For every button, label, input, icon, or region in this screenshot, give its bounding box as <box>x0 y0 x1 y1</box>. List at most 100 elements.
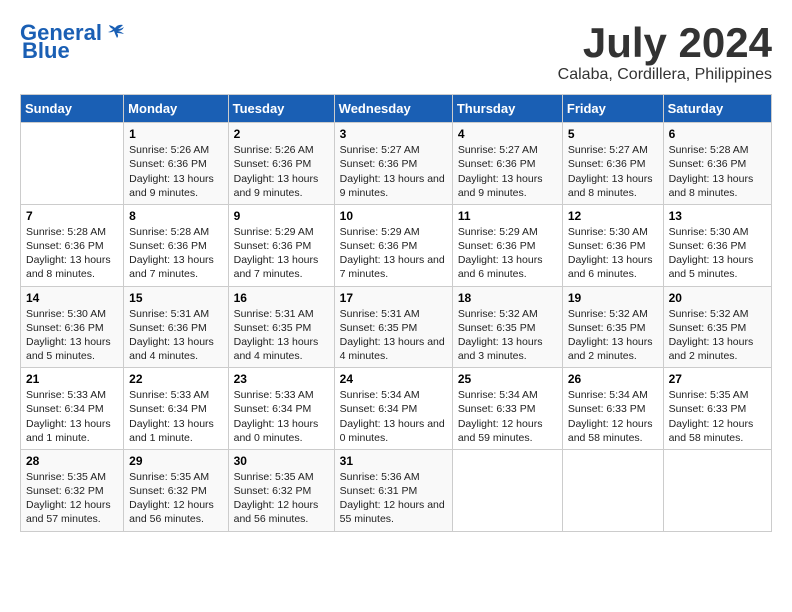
day-info: Sunrise: 5:27 AM Sunset: 6:36 PM Dayligh… <box>568 143 658 200</box>
calendar-day-13: 13Sunrise: 5:30 AM Sunset: 6:36 PM Dayli… <box>663 204 771 286</box>
day-number: 6 <box>669 127 766 141</box>
day-info: Sunrise: 5:28 AM Sunset: 6:36 PM Dayligh… <box>26 225 118 282</box>
day-info: Sunrise: 5:26 AM Sunset: 6:36 PM Dayligh… <box>129 143 222 200</box>
calendar-day-21: 21 Sunrise: 5:33 AM Sunset: 6:34 PM Dayli… <box>21 368 124 450</box>
day-info: Sunrise: 5:35 AM Sunset: 6:32 PM Dayligh… <box>129 470 222 527</box>
day-number: 25 <box>458 372 557 386</box>
day-number: 14 <box>26 291 118 305</box>
day-number: 29 <box>129 454 222 468</box>
day-number: 26 <box>568 372 658 386</box>
calendar-day-17: 17 Sunrise: 5:31 AM Sunset: 6:35 PM Dayli… <box>334 286 452 368</box>
day-number: 24 <box>340 372 447 386</box>
day-number: 28 <box>26 454 118 468</box>
calendar-table: SundayMondayTuesdayWednesdayThursdayFrid… <box>20 94 772 531</box>
day-info: Sunrise: 5:33 AM Sunset: 6:34 PM Dayligh… <box>129 388 222 445</box>
calendar-day-19: 19Sunrise: 5:32 AM Sunset: 6:35 PM Dayli… <box>562 286 663 368</box>
calendar-week-5: 28 Sunrise: 5:35 AM Sunset: 6:32 PM Dayli… <box>21 449 772 531</box>
page-header: General Blue July 2024 Calaba, Cordiller… <box>20 20 772 84</box>
day-info: Sunrise: 5:31 AM Sunset: 6:35 PM Dayligh… <box>234 307 329 364</box>
day-number: 4 <box>458 127 557 141</box>
day-info: Sunrise: 5:27 AM Sunset: 6:36 PM Dayligh… <box>458 143 557 200</box>
day-info: Sunrise: 5:35 AM Sunset: 6:32 PM Dayligh… <box>234 470 329 527</box>
day-info: Sunrise: 5:32 AM Sunset: 6:35 PM Dayligh… <box>568 307 658 364</box>
day-info: Sunrise: 5:34 AM Sunset: 6:33 PM Dayligh… <box>458 388 557 445</box>
day-number: 16 <box>234 291 329 305</box>
day-number: 2 <box>234 127 329 141</box>
calendar-day-7: 7 Sunrise: 5:28 AM Sunset: 6:36 PM Daylig… <box>21 204 124 286</box>
calendar-day-14: 14 Sunrise: 5:30 AM Sunset: 6:36 PM Dayli… <box>21 286 124 368</box>
calendar-week-2: 7 Sunrise: 5:28 AM Sunset: 6:36 PM Daylig… <box>21 204 772 286</box>
calendar-day-24: 24 Sunrise: 5:34 AM Sunset: 6:34 PM Dayli… <box>334 368 452 450</box>
calendar-day-26: 26 Sunrise: 5:34 AM Sunset: 6:33 PM Dayli… <box>562 368 663 450</box>
calendar-day-27: 27 Sunrise: 5:35 AM Sunset: 6:33 PM Dayli… <box>663 368 771 450</box>
calendar-day-8: 8Sunrise: 5:28 AM Sunset: 6:36 PM Daylig… <box>124 204 228 286</box>
calendar-week-3: 14 Sunrise: 5:30 AM Sunset: 6:36 PM Dayli… <box>21 286 772 368</box>
location-title: Calaba, Cordillera, Philippines <box>558 66 772 84</box>
day-info: Sunrise: 5:36 AM Sunset: 6:31 PM Dayligh… <box>340 470 447 527</box>
day-info: Sunrise: 5:34 AM Sunset: 6:33 PM Dayligh… <box>568 388 658 445</box>
day-info: Sunrise: 5:32 AM Sunset: 6:35 PM Dayligh… <box>458 307 557 364</box>
calendar-day-5: 5 Sunrise: 5:27 AM Sunset: 6:36 PM Daylig… <box>562 123 663 205</box>
day-info: Sunrise: 5:28 AM Sunset: 6:36 PM Dayligh… <box>669 143 766 200</box>
col-header-friday: Friday <box>562 95 663 123</box>
calendar-day-23: 23 Sunrise: 5:33 AM Sunset: 6:34 PM Dayli… <box>228 368 334 450</box>
day-info: Sunrise: 5:27 AM Sunset: 6:36 PM Dayligh… <box>340 143 447 200</box>
day-info: Sunrise: 5:35 AM Sunset: 6:33 PM Dayligh… <box>669 388 766 445</box>
col-header-monday: Monday <box>124 95 228 123</box>
empty-cell <box>663 449 771 531</box>
day-number: 23 <box>234 372 329 386</box>
day-info: Sunrise: 5:26 AM Sunset: 6:36 PM Dayligh… <box>234 143 329 200</box>
day-number: 7 <box>26 209 118 223</box>
day-number: 15 <box>129 291 222 305</box>
day-number: 20 <box>669 291 766 305</box>
calendar-day-16: 16 Sunrise: 5:31 AM Sunset: 6:35 PM Dayli… <box>228 286 334 368</box>
day-info: Sunrise: 5:30 AM Sunset: 6:36 PM Dayligh… <box>568 225 658 282</box>
day-number: 11 <box>458 209 557 223</box>
calendar-day-4: 4 Sunrise: 5:27 AM Sunset: 6:36 PM Daylig… <box>452 123 562 205</box>
day-number: 12 <box>568 209 658 223</box>
day-info: Sunrise: 5:35 AM Sunset: 6:32 PM Dayligh… <box>26 470 118 527</box>
day-info: Sunrise: 5:30 AM Sunset: 6:36 PM Dayligh… <box>26 307 118 364</box>
header-row: SundayMondayTuesdayWednesdayThursdayFrid… <box>21 95 772 123</box>
calendar-day-28: 28 Sunrise: 5:35 AM Sunset: 6:32 PM Dayli… <box>21 449 124 531</box>
empty-cell <box>562 449 663 531</box>
day-number: 18 <box>458 291 557 305</box>
day-number: 9 <box>234 209 329 223</box>
calendar-day-20: 20 Sunrise: 5:32 AM Sunset: 6:35 PM Dayli… <box>663 286 771 368</box>
day-info: Sunrise: 5:33 AM Sunset: 6:34 PM Dayligh… <box>26 388 118 445</box>
empty-cell <box>21 123 124 205</box>
day-info: Sunrise: 5:33 AM Sunset: 6:34 PM Dayligh… <box>234 388 329 445</box>
day-info: Sunrise: 5:34 AM Sunset: 6:34 PM Dayligh… <box>340 388 447 445</box>
calendar-day-9: 9 Sunrise: 5:29 AM Sunset: 6:36 PM Daylig… <box>228 204 334 286</box>
col-header-saturday: Saturday <box>663 95 771 123</box>
calendar-day-29: 29 Sunrise: 5:35 AM Sunset: 6:32 PM Dayli… <box>124 449 228 531</box>
calendar-day-30: 30 Sunrise: 5:35 AM Sunset: 6:32 PM Dayli… <box>228 449 334 531</box>
calendar-day-11: 11 Sunrise: 5:29 AM Sunset: 6:36 PM Dayli… <box>452 204 562 286</box>
day-number: 13 <box>669 209 766 223</box>
calendar-day-6: 6 Sunrise: 5:28 AM Sunset: 6:36 PM Daylig… <box>663 123 771 205</box>
day-number: 17 <box>340 291 447 305</box>
day-number: 8 <box>129 209 222 223</box>
day-number: 5 <box>568 127 658 141</box>
calendar-day-22: 22Sunrise: 5:33 AM Sunset: 6:34 PM Dayli… <box>124 368 228 450</box>
day-info: Sunrise: 5:32 AM Sunset: 6:35 PM Dayligh… <box>669 307 766 364</box>
title-block: July 2024 Calaba, Cordillera, Philippine… <box>558 20 772 84</box>
day-info: Sunrise: 5:31 AM Sunset: 6:36 PM Dayligh… <box>129 307 222 364</box>
day-info: Sunrise: 5:31 AM Sunset: 6:35 PM Dayligh… <box>340 307 447 364</box>
day-number: 21 <box>26 372 118 386</box>
day-number: 27 <box>669 372 766 386</box>
day-number: 30 <box>234 454 329 468</box>
calendar-day-2: 2 Sunrise: 5:26 AM Sunset: 6:36 PM Daylig… <box>228 123 334 205</box>
calendar-day-1: 1 Sunrise: 5:26 AM Sunset: 6:36 PM Daylig… <box>124 123 228 205</box>
day-info: Sunrise: 5:29 AM Sunset: 6:36 PM Dayligh… <box>234 225 329 282</box>
day-number: 1 <box>129 127 222 141</box>
col-header-thursday: Thursday <box>452 95 562 123</box>
col-header-wednesday: Wednesday <box>334 95 452 123</box>
logo: General Blue <box>20 20 126 64</box>
empty-cell <box>452 449 562 531</box>
day-info: Sunrise: 5:29 AM Sunset: 6:36 PM Dayligh… <box>458 225 557 282</box>
calendar-day-10: 10Sunrise: 5:29 AM Sunset: 6:36 PM Dayli… <box>334 204 452 286</box>
calendar-day-3: 3Sunrise: 5:27 AM Sunset: 6:36 PM Daylig… <box>334 123 452 205</box>
calendar-day-25: 25 Sunrise: 5:34 AM Sunset: 6:33 PM Dayli… <box>452 368 562 450</box>
col-header-tuesday: Tuesday <box>228 95 334 123</box>
